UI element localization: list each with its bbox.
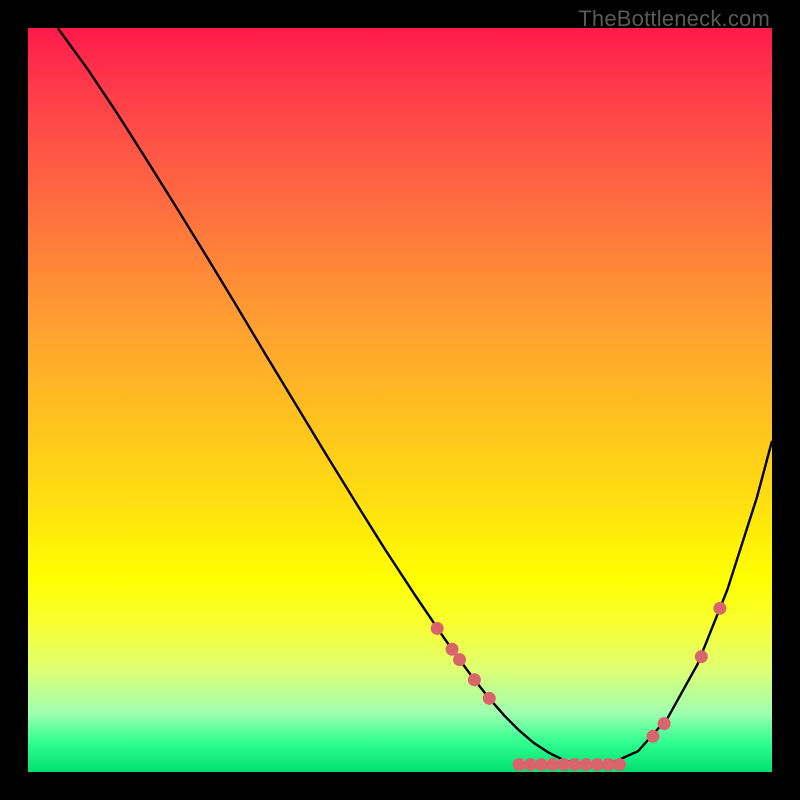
chart-container: TheBottleneck.com bbox=[0, 0, 800, 800]
chart-gradient-background bbox=[28, 28, 772, 772]
watermark: TheBottleneck.com bbox=[578, 6, 770, 32]
